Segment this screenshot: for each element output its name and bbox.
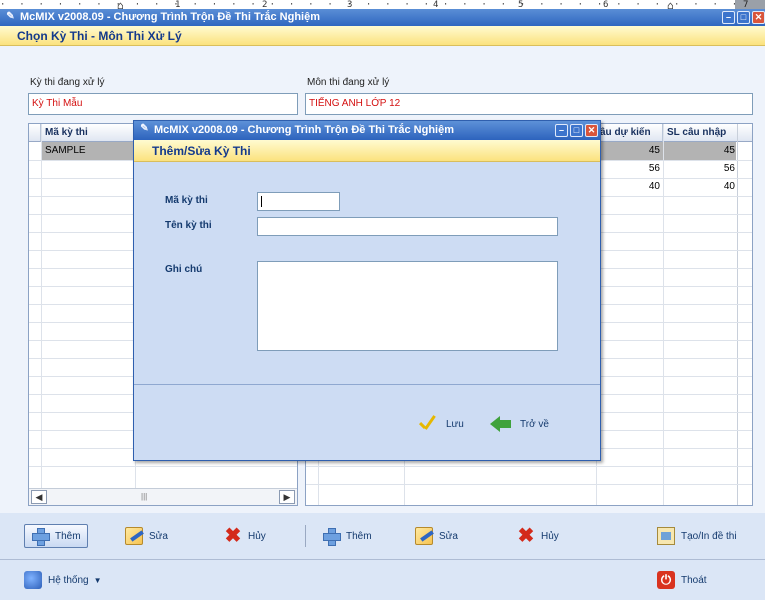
delete-exam-label: Hủy bbox=[248, 530, 266, 542]
exit-button[interactable]: ⏻ Thoát bbox=[657, 568, 707, 592]
app-icon: ✎ bbox=[6, 11, 15, 22]
dialog-title: McMIX v2008.09 - Chương Trình Trộn Đề Th… bbox=[154, 124, 455, 136]
add-subject-button[interactable]: Thêm bbox=[322, 524, 372, 548]
expected-count-header[interactable]: âu dự kiến bbox=[596, 124, 663, 142]
dialog-minimize-button[interactable]: – bbox=[555, 124, 568, 137]
dialog-title-bar[interactable]: ✎ McMIX v2008.09 - Chương Trình Trộn Đề … bbox=[134, 121, 600, 140]
add-exam-label: Thêm bbox=[55, 530, 81, 542]
exam-field[interactable]: Kỳ Thi Mẫu bbox=[28, 93, 298, 115]
checkmark-icon bbox=[416, 414, 438, 434]
dialog-subtitle: Thêm/Sửa Kỳ Thi bbox=[134, 140, 600, 162]
delete-exam-button[interactable]: ✖ Hủy bbox=[224, 524, 266, 548]
back-label: Trở về bbox=[520, 418, 549, 430]
save-button[interactable]: Lưu bbox=[416, 412, 464, 436]
main-title: McMIX v2008.09 - Chương Trình Trộn Đề Th… bbox=[20, 11, 321, 23]
system-label: Hệ thống bbox=[48, 574, 89, 586]
dialog-footer: Lưu Trở về bbox=[134, 385, 600, 460]
name-input[interactable] bbox=[257, 217, 558, 236]
dialog-form: Mã kỳ thi Tên kỳ thi Ghi chú bbox=[134, 162, 600, 384]
scroll-thumb[interactable]: ||| bbox=[141, 492, 147, 501]
edit-icon bbox=[415, 527, 433, 545]
exam-code-cell[interactable]: SAMPLE bbox=[45, 142, 86, 160]
edit-exam-label: Sửa bbox=[149, 530, 168, 542]
maximize-button[interactable]: □ bbox=[737, 11, 750, 24]
expected-count-cell[interactable]: 45 bbox=[596, 142, 660, 160]
edit-exam-button[interactable]: Sửa bbox=[125, 524, 168, 548]
exam-label: Kỳ thi đang xử lý bbox=[30, 77, 105, 88]
minimize-button[interactable]: – bbox=[722, 11, 735, 24]
grid-line bbox=[306, 484, 752, 485]
name-label: Tên kỳ thi bbox=[165, 220, 212, 231]
row-header-corner bbox=[29, 124, 41, 142]
grid-line bbox=[306, 466, 752, 467]
code-label: Mã kỳ thi bbox=[165, 195, 208, 206]
dialog-close-button[interactable]: ✕ bbox=[585, 124, 598, 137]
exit-label: Thoát bbox=[681, 574, 707, 586]
system-icon bbox=[24, 571, 42, 589]
grid-line bbox=[29, 466, 297, 467]
window-controls: – □ ✕ bbox=[722, 11, 765, 24]
text-cursor bbox=[261, 196, 262, 207]
scroll-right-button[interactable]: ▶ bbox=[279, 490, 295, 504]
note-textarea[interactable] bbox=[257, 261, 558, 351]
entered-count-cell[interactable]: 40 bbox=[663, 178, 735, 196]
delete-subject-button[interactable]: ✖ Hủy bbox=[517, 524, 559, 548]
entered-count-cell[interactable]: 56 bbox=[663, 160, 735, 178]
generate-exam-label: Tạo/In đề thi bbox=[681, 530, 737, 542]
app-icon: ✎ bbox=[140, 123, 149, 134]
code-input[interactable] bbox=[257, 192, 340, 211]
edit-exam-dialog: ✎ McMIX v2008.09 - Chương Trình Trộn Đề … bbox=[133, 120, 601, 461]
app-screen: · · · · · · · · · · · · · · · · · · · · … bbox=[0, 0, 765, 600]
system-menu-button[interactable]: Hệ thống ▼ bbox=[24, 568, 102, 592]
add-subject-label: Thêm bbox=[346, 530, 372, 542]
edit-icon bbox=[125, 527, 143, 545]
ruler-margin-shade bbox=[735, 0, 765, 9]
save-label: Lưu bbox=[446, 418, 464, 430]
generate-exam-button[interactable]: Tạo/In đề thi bbox=[657, 524, 737, 548]
back-arrow-icon bbox=[490, 416, 512, 432]
subject-field[interactable]: TIẾNG ANH LỚP 12 bbox=[305, 93, 753, 115]
dropdown-arrow-icon: ▼ bbox=[93, 575, 102, 585]
expected-count-cell[interactable]: 40 bbox=[596, 178, 660, 196]
action-toolbar: Thêm Sửa ✖ Hủy Thêm Sửa ✖ Hủy Tạo/In đề th… bbox=[0, 513, 765, 559]
toolbar-separator bbox=[305, 525, 306, 547]
power-icon: ⏻ bbox=[657, 571, 675, 589]
add-exam-button[interactable]: Thêm bbox=[24, 524, 88, 548]
back-button[interactable]: Trở về bbox=[490, 412, 549, 436]
main-title-bar[interactable]: ✎ McMIX v2008.09 - Chương Trình Trộn Đề … bbox=[0, 9, 765, 26]
edit-subject-label: Sửa bbox=[439, 530, 458, 542]
delete-subject-label: Hủy bbox=[541, 530, 559, 542]
delete-icon: ✖ bbox=[517, 525, 535, 547]
subject-label: Môn thi đang xử lý bbox=[307, 77, 390, 88]
entered-count-header[interactable]: SL câu nhập bbox=[663, 124, 752, 142]
note-label: Ghi chú bbox=[165, 264, 203, 275]
scroll-left-button[interactable]: ◀ bbox=[31, 490, 47, 504]
entered-count-cell[interactable]: 45 bbox=[663, 142, 735, 160]
expected-count-cell[interactable]: 56 bbox=[596, 160, 660, 178]
bottom-toolbar: Hệ thống ▼ ⏻ Thoát bbox=[0, 559, 765, 600]
edit-subject-button[interactable]: Sửa bbox=[415, 524, 458, 548]
dialog-maximize-button[interactable]: □ bbox=[570, 124, 583, 137]
close-button[interactable]: ✕ bbox=[752, 11, 765, 24]
plus-icon bbox=[322, 527, 341, 546]
dialog-window-controls: – □ ✕ bbox=[555, 124, 598, 137]
main-subtitle: Chọn Kỳ Thi - Môn Thi Xử Lý bbox=[0, 26, 765, 46]
delete-icon: ✖ bbox=[224, 525, 242, 547]
print-exam-icon bbox=[657, 527, 675, 545]
horizontal-scrollbar[interactable]: ◀ ||| ▶ bbox=[29, 488, 297, 505]
plus-icon bbox=[31, 527, 50, 546]
